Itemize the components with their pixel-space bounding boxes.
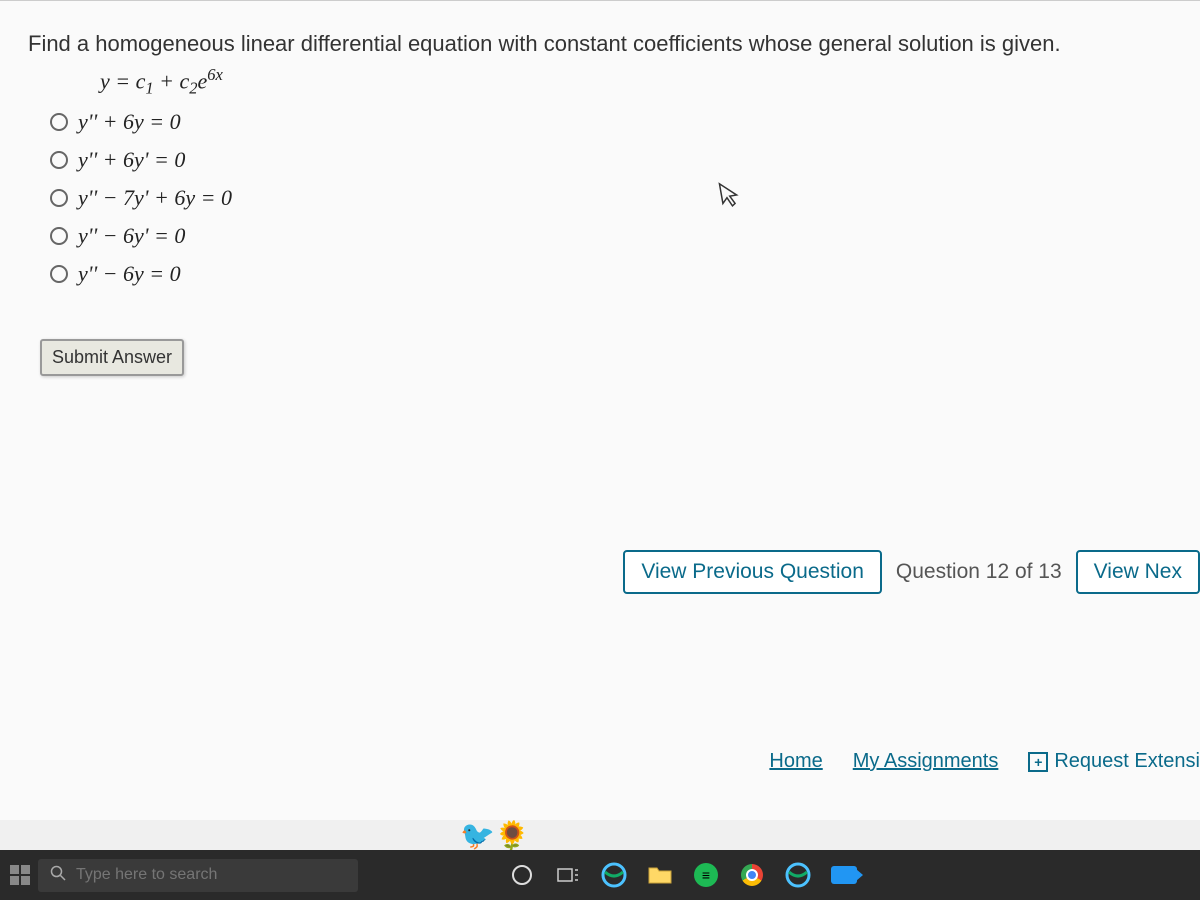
taskbar-app-icons: ≡: [506, 859, 860, 891]
task-view-icon[interactable]: [552, 859, 584, 891]
submit-answer-button[interactable]: Submit Answer: [40, 339, 184, 376]
view-previous-button[interactable]: View Previous Question: [623, 550, 882, 594]
question-counter: Question 12 of 13: [896, 560, 1062, 584]
option-label: y'' − 6y = 0: [78, 261, 181, 287]
spotify-icon[interactable]: ≡: [690, 859, 722, 891]
view-next-button[interactable]: View Nex: [1076, 550, 1200, 594]
general-solution-formula: y = c1 + c2e6x: [20, 65, 1180, 99]
search-input[interactable]: [76, 866, 346, 884]
chrome-icon[interactable]: [736, 859, 768, 891]
radio-icon[interactable]: [50, 113, 68, 131]
my-assignments-link[interactable]: My Assignments: [853, 750, 999, 773]
extension-label: Request Extensi: [1054, 750, 1200, 773]
video-camera-icon[interactable]: [828, 859, 860, 891]
taskbar-search[interactable]: [38, 859, 358, 892]
extension-plus-icon: +: [1028, 752, 1048, 772]
option-5[interactable]: y'' − 6y = 0: [50, 261, 1180, 287]
question-panel: Find a homogeneous linear differential e…: [0, 0, 1200, 820]
option-2[interactable]: y'' + 6y' = 0: [50, 147, 1180, 173]
option-1[interactable]: y'' + 6y = 0: [50, 109, 1180, 135]
home-link[interactable]: Home: [769, 750, 822, 773]
question-prompt: Find a homogeneous linear differential e…: [20, 31, 1180, 57]
request-extension-link[interactable]: + Request Extensi: [1028, 750, 1200, 773]
edge-browser-icon-2[interactable]: [782, 859, 814, 891]
option-3[interactable]: y'' − 7y' + 6y = 0: [50, 185, 1180, 211]
edge-browser-icon[interactable]: [598, 859, 630, 891]
option-label: y'' + 6y = 0: [78, 109, 181, 135]
decorative-birds-icon: 🐦🌻: [460, 819, 530, 852]
radio-icon[interactable]: [50, 151, 68, 169]
option-label: y'' + 6y' = 0: [78, 147, 185, 173]
question-nav: View Previous Question Question 12 of 13…: [623, 550, 1200, 594]
option-label: y'' − 6y' = 0: [78, 223, 185, 249]
file-explorer-icon[interactable]: [644, 859, 676, 891]
cortana-icon[interactable]: [506, 859, 538, 891]
radio-icon[interactable]: [50, 265, 68, 283]
windows-taskbar: ≡: [0, 850, 1200, 900]
option-4[interactable]: y'' − 6y' = 0: [50, 223, 1180, 249]
answer-options: y'' + 6y = 0 y'' + 6y' = 0 y'' − 7y' + 6…: [20, 109, 1180, 287]
search-icon: [50, 865, 66, 886]
radio-icon[interactable]: [50, 227, 68, 245]
footer-links: Home My Assignments + Request Extensi: [769, 750, 1200, 773]
radio-icon[interactable]: [50, 189, 68, 207]
start-menu-icon[interactable]: [10, 865, 30, 885]
option-label: y'' − 7y' + 6y = 0: [78, 185, 232, 211]
